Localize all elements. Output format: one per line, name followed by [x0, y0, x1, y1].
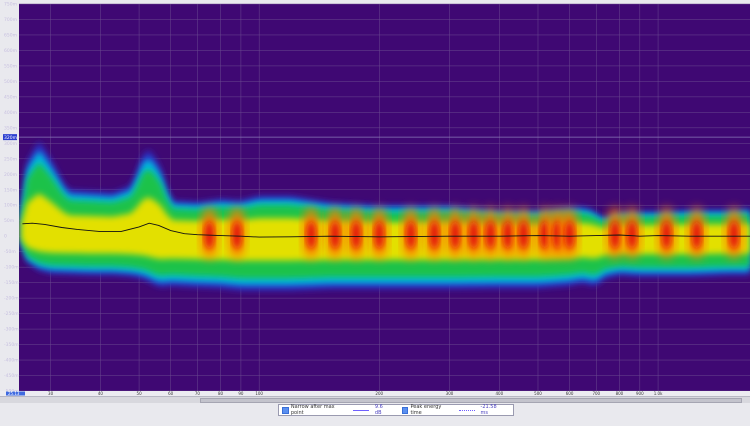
y-tick-label: 0 — [4, 234, 7, 240]
energy-hotspot-core — [450, 221, 461, 250]
chart-canvas[interactable]: 750m 700m 650m 600m 550m 500m 450m 400m 350m 300m… — [0, 0, 750, 422]
y-tick-label: 550m — [4, 63, 17, 69]
legend-value: -21.58 ms — [480, 404, 497, 416]
energy-hotspot-core — [374, 221, 385, 250]
energy-hotspot-core — [351, 221, 362, 250]
y-tick-label: 50m — [4, 218, 14, 224]
y-tick-label: 250m — [4, 156, 17, 162]
y-tick-label: 450m — [4, 94, 17, 100]
y-tick-label: -250m — [4, 311, 19, 317]
y-tick-label: -450m — [4, 373, 19, 379]
legend: Narrow after max point 9.6 dB Peak energ… — [278, 404, 514, 416]
energy-hotspot-core — [518, 221, 529, 250]
energy-hotspot-core — [539, 221, 550, 250]
energy-hotspot-core — [405, 221, 416, 250]
energy-hotspot-core — [728, 221, 739, 250]
checkbox-icon[interactable] — [401, 406, 409, 414]
y-tick-label: 150m — [4, 187, 17, 193]
y-tick-label: 300m — [4, 141, 17, 147]
energy-hotspot-core — [564, 221, 575, 250]
energy-hotspot-core — [691, 221, 702, 250]
y-tick-label: 600m — [4, 48, 17, 54]
energy-hotspot-core — [502, 221, 513, 250]
legend-label: Narrow after max point — [290, 404, 335, 416]
energy-hotspot-core — [306, 221, 317, 250]
y-tick-label: 650m — [4, 32, 17, 38]
y-tick-label: 100m — [4, 203, 17, 209]
y-tick-label: -300m — [4, 327, 19, 333]
legend-value: 9.6 dB — [374, 404, 383, 416]
spectral-decay-plot[interactable]: 750m 700m 650m 600m 550m 500m 450m 400m 350m 300m… — [0, 0, 750, 422]
y-tick-label: -50m — [4, 249, 16, 255]
y-tick-label: -350m — [4, 342, 19, 348]
y-tick-label: 400m — [4, 110, 17, 116]
energy-hotspot-core — [468, 221, 479, 250]
y-tick-label: 500m — [4, 79, 17, 85]
y-marker-label: 320m — [4, 135, 17, 141]
y-tick-label: -200m — [4, 296, 19, 302]
y-tick-label: -150m — [4, 280, 19, 286]
y-tick-label: 750m — [4, 2, 17, 8]
scrollbar-thumb[interactable] — [200, 398, 742, 403]
y-tick-label: -100m — [4, 265, 19, 271]
energy-hotspot-core — [330, 221, 341, 250]
y-tick-label: 350m — [4, 125, 17, 131]
energy-hotspot-core — [661, 221, 672, 250]
line-swatch-icon — [353, 409, 369, 411]
checkbox-icon[interactable] — [282, 406, 289, 414]
line-swatch-icon — [458, 409, 475, 411]
y-axis: 750m 700m 650m 600m 550m 500m 450m 400m 350m 300m… — [3, 2, 19, 395]
energy-hotspot-core — [485, 221, 496, 250]
legend-item-peak[interactable]: Peak energy time -21.58 ms — [401, 404, 513, 416]
y-tick-label: 200m — [4, 172, 17, 178]
energy-hotspot-core — [429, 221, 440, 250]
energy-hotspot-core — [232, 221, 243, 250]
legend-label: Peak energy time — [410, 404, 442, 416]
y-tick-label: -400m — [4, 358, 19, 364]
y-tick-label: 700m — [4, 17, 17, 23]
horizontal-scrollbar[interactable] — [0, 396, 750, 403]
legend-item-narrow[interactable]: Narrow after max point 9.6 dB — [282, 404, 399, 416]
